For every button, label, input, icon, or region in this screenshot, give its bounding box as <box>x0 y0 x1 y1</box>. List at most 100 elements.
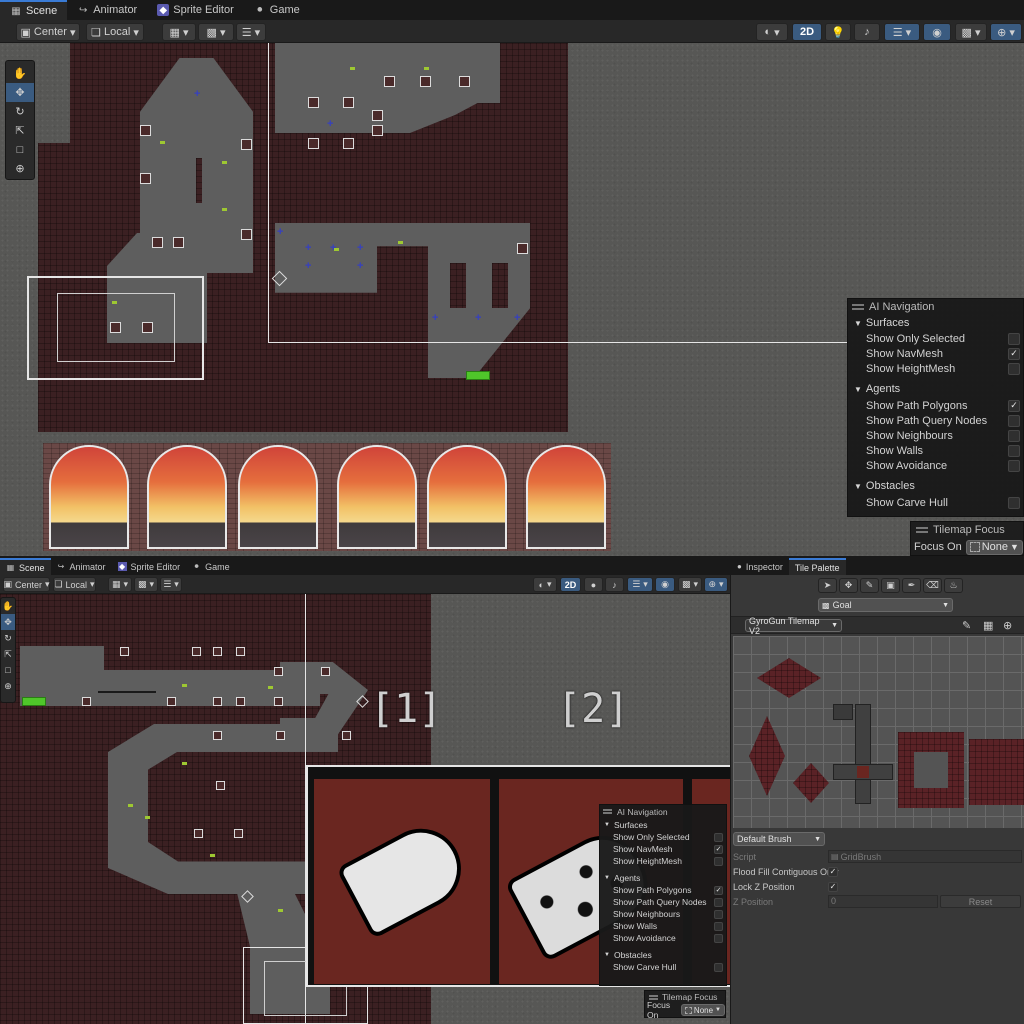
focus-on-dropdown[interactable]: None ▼ <box>965 539 1023 555</box>
show-navmesh-row[interactable]: Show NavMesh ✓ <box>600 843 726 855</box>
tile-marker[interactable] <box>274 667 283 676</box>
show-path-polygons-checkbox[interactable]: ✓ <box>1008 399 1020 412</box>
show-carve-hull-checkbox[interactable] <box>1008 496 1020 509</box>
show-only-selected-checkbox[interactable] <box>714 832 723 842</box>
gizmos-dropdown[interactable]: ⊕ ▾ <box>704 577 728 592</box>
tab-animator[interactable]: ↪ Animator <box>51 558 112 575</box>
move-tool[interactable]: ✥ <box>1 614 15 630</box>
tile-marker[interactable] <box>343 97 354 108</box>
tile-marker[interactable] <box>384 76 395 87</box>
tile-marker[interactable] <box>82 697 91 706</box>
show-path-query-nodes-row[interactable]: Show Path Query Nodes <box>848 413 1023 428</box>
palette-tile-bar[interactable] <box>833 704 853 720</box>
tile-marker[interactable] <box>372 125 383 136</box>
scale-tool[interactable]: ⇱ <box>1 646 15 662</box>
tile-marker[interactable] <box>234 829 243 838</box>
eraser-tool[interactable]: ⌫ <box>923 578 942 593</box>
active-tilemap-dropdown[interactable]: ▩ Goal ▼ <box>818 598 953 612</box>
palette-tile-diamond-large[interactable] <box>757 658 821 698</box>
tile-marker[interactable] <box>213 647 222 656</box>
grid-snap-button[interactable]: ▦ ▾ <box>162 23 196 41</box>
fill-tool[interactable]: ♨ <box>944 578 963 593</box>
box-fill-tool[interactable]: ▣ <box>881 578 900 593</box>
palette-tile-square-hole[interactable] <box>914 752 948 788</box>
surfaces-foldout[interactable]: ▼ Surfaces <box>600 818 726 831</box>
show-path-polygons-checkbox[interactable]: ✓ <box>714 885 723 895</box>
show-heightmesh-row[interactable]: Show HeightMesh <box>848 361 1023 376</box>
tab-sprite-editor[interactable]: ◆ Sprite Editor <box>147 0 244 20</box>
show-carve-hull-checkbox[interactable] <box>714 962 723 972</box>
increment-snap-button[interactable]: ☰ ▾ <box>160 577 182 592</box>
palette-grid-view[interactable] <box>733 636 1024 828</box>
agents-foldout[interactable]: ▼ Agents <box>600 867 726 884</box>
tile-marker[interactable] <box>216 781 225 790</box>
gizmo-toggle-icon[interactable]: ⊕ <box>1003 619 1012 632</box>
show-neighbours-checkbox[interactable] <box>1008 429 1020 442</box>
palette-tile-center[interactable] <box>857 766 869 778</box>
tab-game[interactable]: ⚫ Game <box>244 0 310 20</box>
audio-toggle[interactable]: ♪ <box>854 23 880 41</box>
edit-palette-icon[interactable]: ✎ <box>962 619 971 632</box>
surfaces-foldout[interactable]: ▼ Surfaces <box>848 315 1023 331</box>
palette-tile-cross-vertical[interactable] <box>855 704 871 804</box>
tilemap-focus-header[interactable]: Tilemap Focus <box>911 522 1023 538</box>
palette-tile-diamond-tall[interactable] <box>749 716 785 796</box>
tile-marker[interactable] <box>276 731 285 740</box>
picker-tool[interactable]: ✒ <box>902 578 921 593</box>
tile-marker[interactable] <box>213 697 222 706</box>
brush-dropdown[interactable]: Default Brush ▼ <box>733 832 825 846</box>
show-navmesh-checkbox[interactable]: ✓ <box>1008 347 1020 360</box>
move-tool[interactable]: ✥ <box>839 578 858 593</box>
palette-tile-diamond-small[interactable] <box>793 763 829 803</box>
lighting-toggle[interactable]: 💡 <box>825 23 851 41</box>
reset-button[interactable]: Reset <box>940 895 1021 908</box>
tile-marker[interactable] <box>420 76 431 87</box>
grid-visibility-button[interactable]: ▩ ▾ <box>198 23 234 41</box>
effects-toggle[interactable]: ☰ ▾ <box>627 577 653 592</box>
scale-tool[interactable]: ⇱ <box>6 121 34 140</box>
focus-on-dropdown[interactable]: None ▼ <box>680 1004 725 1016</box>
lighting-toggle[interactable]: ● <box>584 577 603 592</box>
lock-z-checkbox[interactable]: ✓ <box>828 881 838 892</box>
camera-dropdown[interactable]: ▩ ▾ <box>678 577 702 592</box>
tile-marker[interactable] <box>372 110 383 121</box>
show-walls-checkbox[interactable] <box>714 921 723 931</box>
tile-marker[interactable] <box>140 125 151 136</box>
grid-visibility-button[interactable]: ▩ ▾ <box>134 577 158 592</box>
tab-sprite-editor[interactable]: ◆ Sprite Editor <box>112 558 187 575</box>
show-path-query-nodes-checkbox[interactable] <box>714 897 723 907</box>
show-avoidance-checkbox[interactable] <box>1008 459 1020 472</box>
show-heightmesh-checkbox[interactable] <box>1008 362 1020 375</box>
show-only-selected-row[interactable]: Show Only Selected <box>848 331 1023 346</box>
hand-tool[interactable]: ✋ <box>1 598 15 614</box>
obstacles-foldout[interactable]: ▼ Obstacles <box>848 473 1023 495</box>
tab-scene[interactable]: ▦ Scene <box>0 558 51 575</box>
show-heightmesh-checkbox[interactable] <box>714 856 723 866</box>
tile-marker[interactable] <box>321 667 330 676</box>
tile-marker[interactable] <box>236 647 245 656</box>
tile-marker[interactable] <box>274 697 283 706</box>
tile-marker[interactable] <box>236 697 245 706</box>
camera-dropdown[interactable]: ▩ ▾ <box>955 23 987 41</box>
tile-marker[interactable] <box>167 697 176 706</box>
hidden-objects-toggle[interactable]: ◉ <box>655 577 675 592</box>
tile-marker[interactable] <box>459 76 470 87</box>
tab-scene[interactable]: ▦ Scene <box>0 0 68 20</box>
tile-marker[interactable] <box>173 237 184 248</box>
space-dropdown[interactable]: ❏ Local ▾ <box>86 23 144 41</box>
bottom-scene-viewport[interactable]: [1] [2] AI Navigation ▼ Surfaces Show Onl… <box>0 594 730 1024</box>
show-path-query-nodes-checkbox[interactable] <box>1008 414 1020 427</box>
tile-marker[interactable] <box>120 647 129 656</box>
flood-fill-row[interactable]: Flood Fill Contiguous Only ✓ <box>731 864 1024 879</box>
tile-marker[interactable] <box>241 139 252 150</box>
rotate-tool[interactable]: ↻ <box>6 102 34 121</box>
goal-tile[interactable] <box>466 371 490 380</box>
space-dropdown[interactable]: ❏ Local ▾ <box>53 577 96 592</box>
effects-toggle[interactable]: ☰ ▾ <box>884 23 920 41</box>
transform-tool[interactable]: ⊕ <box>6 159 34 178</box>
show-avoidance-row[interactable]: Show Avoidance <box>848 458 1023 473</box>
move-tool[interactable]: ✥ <box>6 83 34 102</box>
show-navmesh-row[interactable]: Show NavMesh ✓ <box>848 346 1023 361</box>
increment-snap-button[interactable]: ☰ ▾ <box>236 23 266 41</box>
rect-tool[interactable]: □ <box>1 662 15 678</box>
